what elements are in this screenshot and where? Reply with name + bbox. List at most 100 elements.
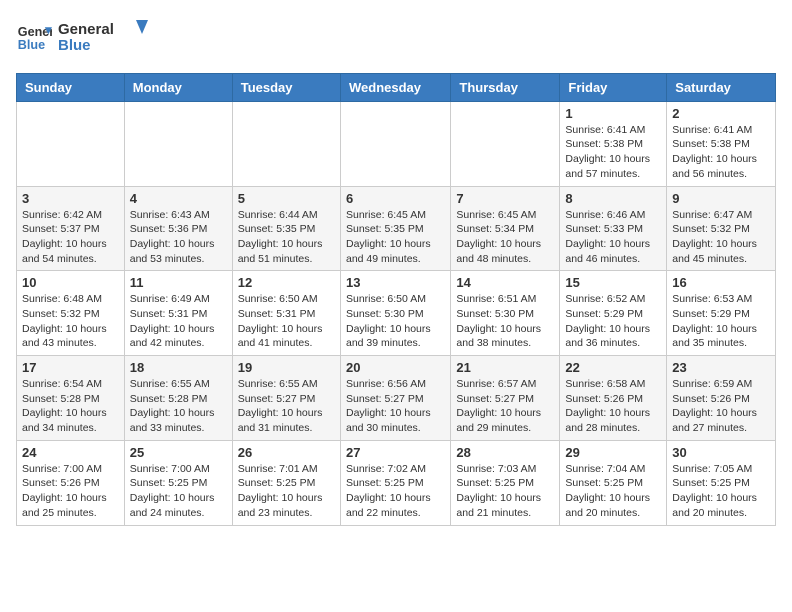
- day-number: 18: [130, 360, 227, 375]
- calendar-cell: 27 Sunrise: 7:02 AM Sunset: 5:25 PM Dayli…: [340, 440, 450, 525]
- day-info: Sunrise: 6:41 AM Sunset: 5:38 PM Dayligh…: [672, 123, 770, 182]
- day-number: 29: [565, 445, 661, 460]
- calendar-cell: 26 Sunrise: 7:01 AM Sunset: 5:25 PM Dayli…: [232, 440, 340, 525]
- calendar-cell: 22 Sunrise: 6:58 AM Sunset: 5:26 PM Dayli…: [560, 356, 667, 441]
- day-number: 5: [238, 191, 335, 206]
- calendar-cell: 24 Sunrise: 7:00 AM Sunset: 5:26 PM Dayli…: [17, 440, 125, 525]
- day-number: 13: [346, 275, 445, 290]
- svg-text:Blue: Blue: [18, 38, 45, 52]
- day-number: 22: [565, 360, 661, 375]
- day-info: Sunrise: 6:57 AM Sunset: 5:27 PM Dayligh…: [456, 377, 554, 436]
- day-number: 24: [22, 445, 119, 460]
- page-header: General Blue General Blue: [16, 16, 776, 61]
- calendar-cell: 30 Sunrise: 7:05 AM Sunset: 5:25 PM Dayli…: [667, 440, 776, 525]
- day-info: Sunrise: 6:58 AM Sunset: 5:26 PM Dayligh…: [565, 377, 661, 436]
- day-info: Sunrise: 6:56 AM Sunset: 5:27 PM Dayligh…: [346, 377, 445, 436]
- day-info: Sunrise: 6:48 AM Sunset: 5:32 PM Dayligh…: [22, 292, 119, 351]
- day-info: Sunrise: 6:54 AM Sunset: 5:28 PM Dayligh…: [22, 377, 119, 436]
- day-number: 6: [346, 191, 445, 206]
- day-number: 12: [238, 275, 335, 290]
- calendar-cell: [124, 101, 232, 186]
- day-info: Sunrise: 7:02 AM Sunset: 5:25 PM Dayligh…: [346, 462, 445, 521]
- calendar-cell: 19 Sunrise: 6:55 AM Sunset: 5:27 PM Dayli…: [232, 356, 340, 441]
- calendar-cell: 9Sunrise: 6:47 AM Sunset: 5:32 PM Daylig…: [667, 186, 776, 271]
- day-number: 23: [672, 360, 770, 375]
- day-info: Sunrise: 6:59 AM Sunset: 5:26 PM Dayligh…: [672, 377, 770, 436]
- day-number: 1: [565, 106, 661, 121]
- calendar-table: SundayMondayTuesdayWednesdayThursdayFrid…: [16, 73, 776, 526]
- day-number: 30: [672, 445, 770, 460]
- day-number: 26: [238, 445, 335, 460]
- day-number: 2: [672, 106, 770, 121]
- week-row-5: 24 Sunrise: 7:00 AM Sunset: 5:26 PM Dayli…: [17, 440, 776, 525]
- svg-text:Blue: Blue: [58, 37, 91, 54]
- calendar-cell: 29 Sunrise: 7:04 AM Sunset: 5:25 PM Dayli…: [560, 440, 667, 525]
- day-number: 27: [346, 445, 445, 460]
- weekday-header-row: SundayMondayTuesdayWednesdayThursdayFrid…: [17, 73, 776, 101]
- calendar-cell: 4 Sunrise: 6:43 AM Sunset: 5:36 PM Daylig…: [124, 186, 232, 271]
- day-info: Sunrise: 6:55 AM Sunset: 5:28 PM Dayligh…: [130, 377, 227, 436]
- week-row-4: 17Sunrise: 6:54 AM Sunset: 5:28 PM Dayli…: [17, 356, 776, 441]
- day-number: 20: [346, 360, 445, 375]
- day-info: Sunrise: 6:44 AM Sunset: 5:35 PM Dayligh…: [238, 208, 335, 267]
- day-number: 21: [456, 360, 554, 375]
- day-info: Sunrise: 7:05 AM Sunset: 5:25 PM Dayligh…: [672, 462, 770, 521]
- day-number: 7: [456, 191, 554, 206]
- day-number: 16: [672, 275, 770, 290]
- day-info: Sunrise: 6:45 AM Sunset: 5:35 PM Dayligh…: [346, 208, 445, 267]
- weekday-header-sunday: Sunday: [17, 73, 125, 101]
- calendar-cell: 23 Sunrise: 6:59 AM Sunset: 5:26 PM Dayli…: [667, 356, 776, 441]
- day-info: Sunrise: 7:00 AM Sunset: 5:26 PM Dayligh…: [22, 462, 119, 521]
- day-info: Sunrise: 6:50 AM Sunset: 5:30 PM Dayligh…: [346, 292, 445, 351]
- calendar-cell: 17Sunrise: 6:54 AM Sunset: 5:28 PM Dayli…: [17, 356, 125, 441]
- day-number: 10: [22, 275, 119, 290]
- day-info: Sunrise: 6:49 AM Sunset: 5:31 PM Dayligh…: [130, 292, 227, 351]
- week-row-2: 3 Sunrise: 6:42 AM Sunset: 5:37 PM Daylig…: [17, 186, 776, 271]
- calendar-cell: 14Sunrise: 6:51 AM Sunset: 5:30 PM Dayli…: [451, 271, 560, 356]
- weekday-header-monday: Monday: [124, 73, 232, 101]
- calendar-cell: 13 Sunrise: 6:50 AM Sunset: 5:30 PM Dayli…: [340, 271, 450, 356]
- day-info: Sunrise: 6:47 AM Sunset: 5:32 PM Dayligh…: [672, 208, 770, 267]
- calendar-cell: 5 Sunrise: 6:44 AM Sunset: 5:35 PM Daylig…: [232, 186, 340, 271]
- calendar-cell: 1 Sunrise: 6:41 AM Sunset: 5:38 PM Daylig…: [560, 101, 667, 186]
- day-info: Sunrise: 6:42 AM Sunset: 5:37 PM Dayligh…: [22, 208, 119, 267]
- day-info: Sunrise: 6:43 AM Sunset: 5:36 PM Dayligh…: [130, 208, 227, 267]
- calendar-cell: 16 Sunrise: 6:53 AM Sunset: 5:29 PM Dayli…: [667, 271, 776, 356]
- weekday-header-tuesday: Tuesday: [232, 73, 340, 101]
- day-number: 25: [130, 445, 227, 460]
- day-number: 15: [565, 275, 661, 290]
- week-row-3: 10 Sunrise: 6:48 AM Sunset: 5:32 PM Dayli…: [17, 271, 776, 356]
- weekday-header-saturday: Saturday: [667, 73, 776, 101]
- weekday-header-wednesday: Wednesday: [340, 73, 450, 101]
- day-info: Sunrise: 6:52 AM Sunset: 5:29 PM Dayligh…: [565, 292, 661, 351]
- day-info: Sunrise: 6:55 AM Sunset: 5:27 PM Dayligh…: [238, 377, 335, 436]
- day-number: 28: [456, 445, 554, 460]
- calendar-cell: 12 Sunrise: 6:50 AM Sunset: 5:31 PM Dayli…: [232, 271, 340, 356]
- day-info: Sunrise: 7:04 AM Sunset: 5:25 PM Dayligh…: [565, 462, 661, 521]
- day-number: 3: [22, 191, 119, 206]
- calendar-cell: 11 Sunrise: 6:49 AM Sunset: 5:31 PM Dayli…: [124, 271, 232, 356]
- calendar-cell: 20 Sunrise: 6:56 AM Sunset: 5:27 PM Dayli…: [340, 356, 450, 441]
- day-info: Sunrise: 7:03 AM Sunset: 5:25 PM Dayligh…: [456, 462, 554, 521]
- calendar-cell: 15 Sunrise: 6:52 AM Sunset: 5:29 PM Dayli…: [560, 271, 667, 356]
- day-number: 11: [130, 275, 227, 290]
- day-info: Sunrise: 6:50 AM Sunset: 5:31 PM Dayligh…: [238, 292, 335, 351]
- day-number: 19: [238, 360, 335, 375]
- day-number: 4: [130, 191, 227, 206]
- day-info: Sunrise: 6:45 AM Sunset: 5:34 PM Dayligh…: [456, 208, 554, 267]
- calendar-cell: 8Sunrise: 6:46 AM Sunset: 5:33 PM Daylig…: [560, 186, 667, 271]
- calendar-cell: 7 Sunrise: 6:45 AM Sunset: 5:34 PM Daylig…: [451, 186, 560, 271]
- day-info: Sunrise: 6:53 AM Sunset: 5:29 PM Dayligh…: [672, 292, 770, 351]
- day-info: Sunrise: 6:46 AM Sunset: 5:33 PM Dayligh…: [565, 208, 661, 267]
- calendar-cell: 3 Sunrise: 6:42 AM Sunset: 5:37 PM Daylig…: [17, 186, 125, 271]
- day-info: Sunrise: 7:00 AM Sunset: 5:25 PM Dayligh…: [130, 462, 227, 521]
- day-info: Sunrise: 6:41 AM Sunset: 5:38 PM Dayligh…: [565, 123, 661, 182]
- calendar-cell: [340, 101, 450, 186]
- weekday-header-thursday: Thursday: [451, 73, 560, 101]
- calendar-cell: 6 Sunrise: 6:45 AM Sunset: 5:35 PM Daylig…: [340, 186, 450, 271]
- day-info: Sunrise: 7:01 AM Sunset: 5:25 PM Dayligh…: [238, 462, 335, 521]
- calendar-cell: [17, 101, 125, 186]
- week-row-1: 1 Sunrise: 6:41 AM Sunset: 5:38 PM Daylig…: [17, 101, 776, 186]
- calendar-cell: 21 Sunrise: 6:57 AM Sunset: 5:27 PM Dayli…: [451, 356, 560, 441]
- day-number: 14: [456, 275, 554, 290]
